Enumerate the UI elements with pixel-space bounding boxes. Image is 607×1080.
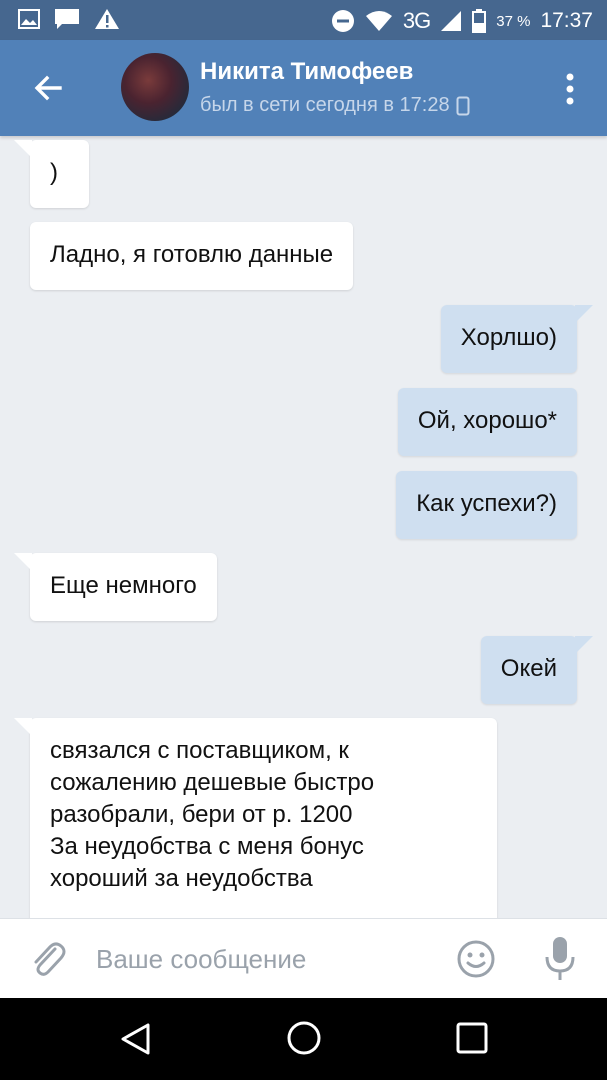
bubble-tail [14, 718, 32, 736]
bubble-tail [14, 553, 32, 571]
bubble-tail [575, 305, 593, 323]
back-arrow-icon[interactable] [28, 68, 68, 108]
message-text: Ладно, я готовлю данные [50, 241, 334, 268]
message-text: Ой, хорошо* [417, 407, 557, 434]
message-line: связался с поставщиком, к [50, 737, 349, 764]
emoji-icon[interactable] [456, 939, 496, 979]
more-vert-icon[interactable] [560, 72, 580, 106]
message-text: Еще немного [50, 572, 197, 599]
message-input[interactable] [96, 939, 436, 979]
message-incoming[interactable]: Еще немного [14, 553, 217, 621]
chat-icon [55, 9, 79, 29]
bubble-tail [575, 636, 593, 654]
status-bar-notifications [18, 8, 120, 30]
nav-home-icon[interactable] [284, 1018, 324, 1058]
clock: 17:37 [540, 9, 593, 32]
paperclip-icon[interactable] [28, 937, 68, 981]
status-bar-system: 3G 37 % 17:37 [331, 8, 593, 34]
signal-icon [441, 11, 462, 31]
message-text: Как успехи?) [416, 490, 557, 517]
system-nav-bar [0, 998, 607, 1080]
message-outgoing[interactable]: Окей [480, 636, 593, 704]
message-incoming[interactable]: связался с поставщиком, к сожалению деше… [14, 718, 497, 918]
message-incoming[interactable]: Ладно, я готовлю данные [30, 222, 354, 290]
battery-percent: 37 % [496, 12, 531, 30]
phone-icon [456, 96, 470, 115]
message-line: хороший за неудобства [50, 865, 313, 892]
wifi-icon [365, 11, 392, 31]
dnd-icon [331, 10, 354, 32]
message-outgoing[interactable]: Хорлшо) [440, 305, 593, 373]
message-incoming[interactable]: ) [14, 140, 89, 208]
message-outgoing[interactable]: Ой, хорошо* [397, 388, 577, 456]
message-outgoing[interactable]: Как успехи?) [396, 471, 577, 539]
message-list[interactable]: ) Ладно, я готовлю данные Хорлшо) Ой, хо… [0, 136, 607, 918]
message-text: Хорлшо) [460, 324, 557, 351]
nav-back-icon[interactable] [116, 1019, 156, 1059]
bubble-tail [14, 140, 32, 158]
message-text: ) [50, 159, 58, 186]
last-seen-status: был в сети сегодня в 17:28 [200, 94, 470, 117]
message-composer [0, 918, 607, 998]
contact-name[interactable]: Никита Тимофеев [200, 58, 413, 86]
battery-icon [472, 9, 487, 33]
avatar[interactable] [121, 53, 189, 121]
mic-icon[interactable] [542, 935, 578, 983]
image-icon [18, 9, 40, 29]
message-line: разобрали, бери от р. 1200 [50, 801, 353, 828]
message-line: За неудобства с меня бонус [50, 833, 364, 860]
last-seen-text: был в сети сегодня в 17:28 [200, 94, 450, 116]
warning-icon [95, 9, 119, 29]
network-type: 3G [402, 8, 431, 33]
nav-recent-icon[interactable] [454, 1020, 490, 1056]
message-line: сожалению дешевые быстро [50, 769, 375, 796]
status-bar: 3G 37 % 17:37 [0, 0, 607, 40]
chat-header: Никита Тимофеев был в сети сегодня в 17:… [0, 40, 607, 136]
message-text: Окей [500, 655, 557, 682]
